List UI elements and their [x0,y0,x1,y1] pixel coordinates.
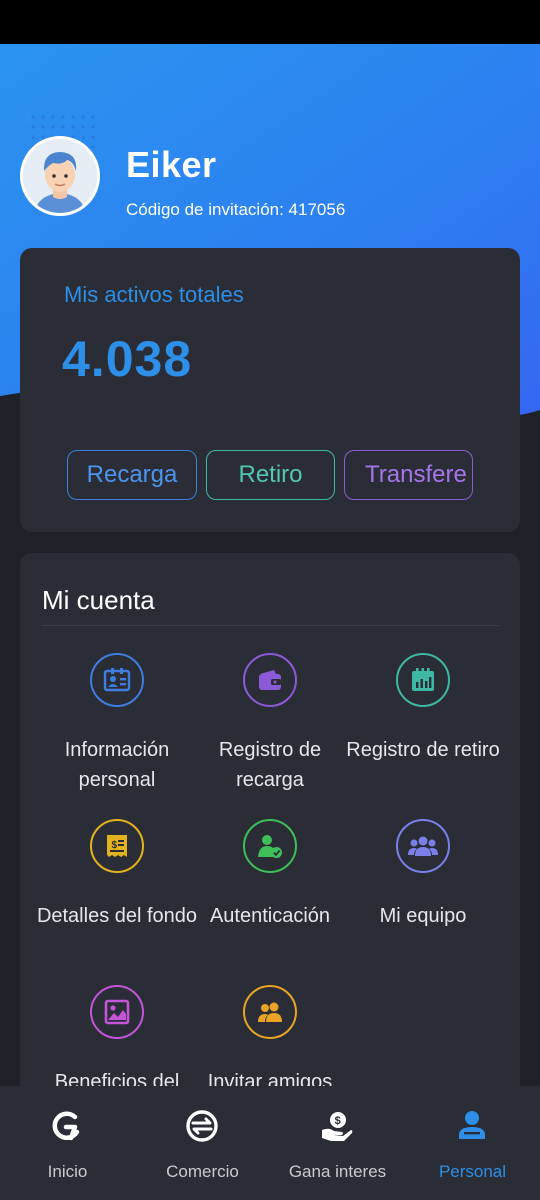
friends-icon [243,985,297,1039]
assets-value: 4.038 [62,331,193,387]
nav-item-gana-interes[interactable]: $ Gana interes [270,1086,405,1200]
menu-label: Registro de recarga [218,739,322,791]
calendar-chart-icon [396,653,450,707]
menu-label: Información personal [64,739,170,791]
hand-coin-icon: $ [322,1112,353,1141]
team-icon [396,819,450,873]
bottom-navigation: Inicio Comercio $ Gana interes Personal [0,1086,540,1200]
divider [42,625,500,626]
person-icon [459,1111,485,1139]
my-account-card: Mi cuenta Información personal Registro … [20,553,520,1113]
menu-label: Detalles del fondo [36,905,198,927]
exchange-icon [186,1110,218,1142]
svg-text:$: $ [335,1115,341,1127]
home-logo-icon [52,1111,80,1141]
status-bar [0,0,540,44]
menu-label: Registro de retiro [346,739,500,761]
nav-label: Inicio [47,1162,88,1181]
nav-item-inicio[interactable]: Inicio [0,1086,135,1200]
user-check-icon [243,819,297,873]
invite-code[interactable]: Código de invitación: 417056 [126,200,345,220]
menu-label: Autenticación [209,905,331,927]
svg-text:$: $ [112,840,118,851]
nav-label: Personal [438,1162,507,1181]
assets-title: Mis activos totales [64,282,244,307]
account-title: Mi cuenta [42,585,155,615]
total-assets-card: Mis activos totales 4.038 Recarga Retiro… [20,248,520,532]
id-card-icon [90,653,144,707]
recharge-button[interactable]: Recarga [67,450,197,500]
user-name: Eiker [126,144,217,185]
receipt-dollar-icon: $ [90,819,144,873]
nav-label: Comercio [166,1162,239,1181]
nav-item-comercio[interactable]: Comercio [135,1086,270,1200]
menu-label: Mi equipo [379,905,467,927]
nav-label: Gana interes [288,1162,387,1181]
profile-section: Eiker Código de invitación: 417056 [20,136,520,226]
avatar-image [23,139,97,213]
wallet-icon [243,653,297,707]
nav-item-personal[interactable]: Personal [405,1086,540,1200]
avatar[interactable] [20,136,100,216]
transfer-button[interactable]: Transfere [344,450,473,500]
withdraw-button[interactable]: Retiro [206,450,335,500]
image-chart-icon [90,985,144,1039]
